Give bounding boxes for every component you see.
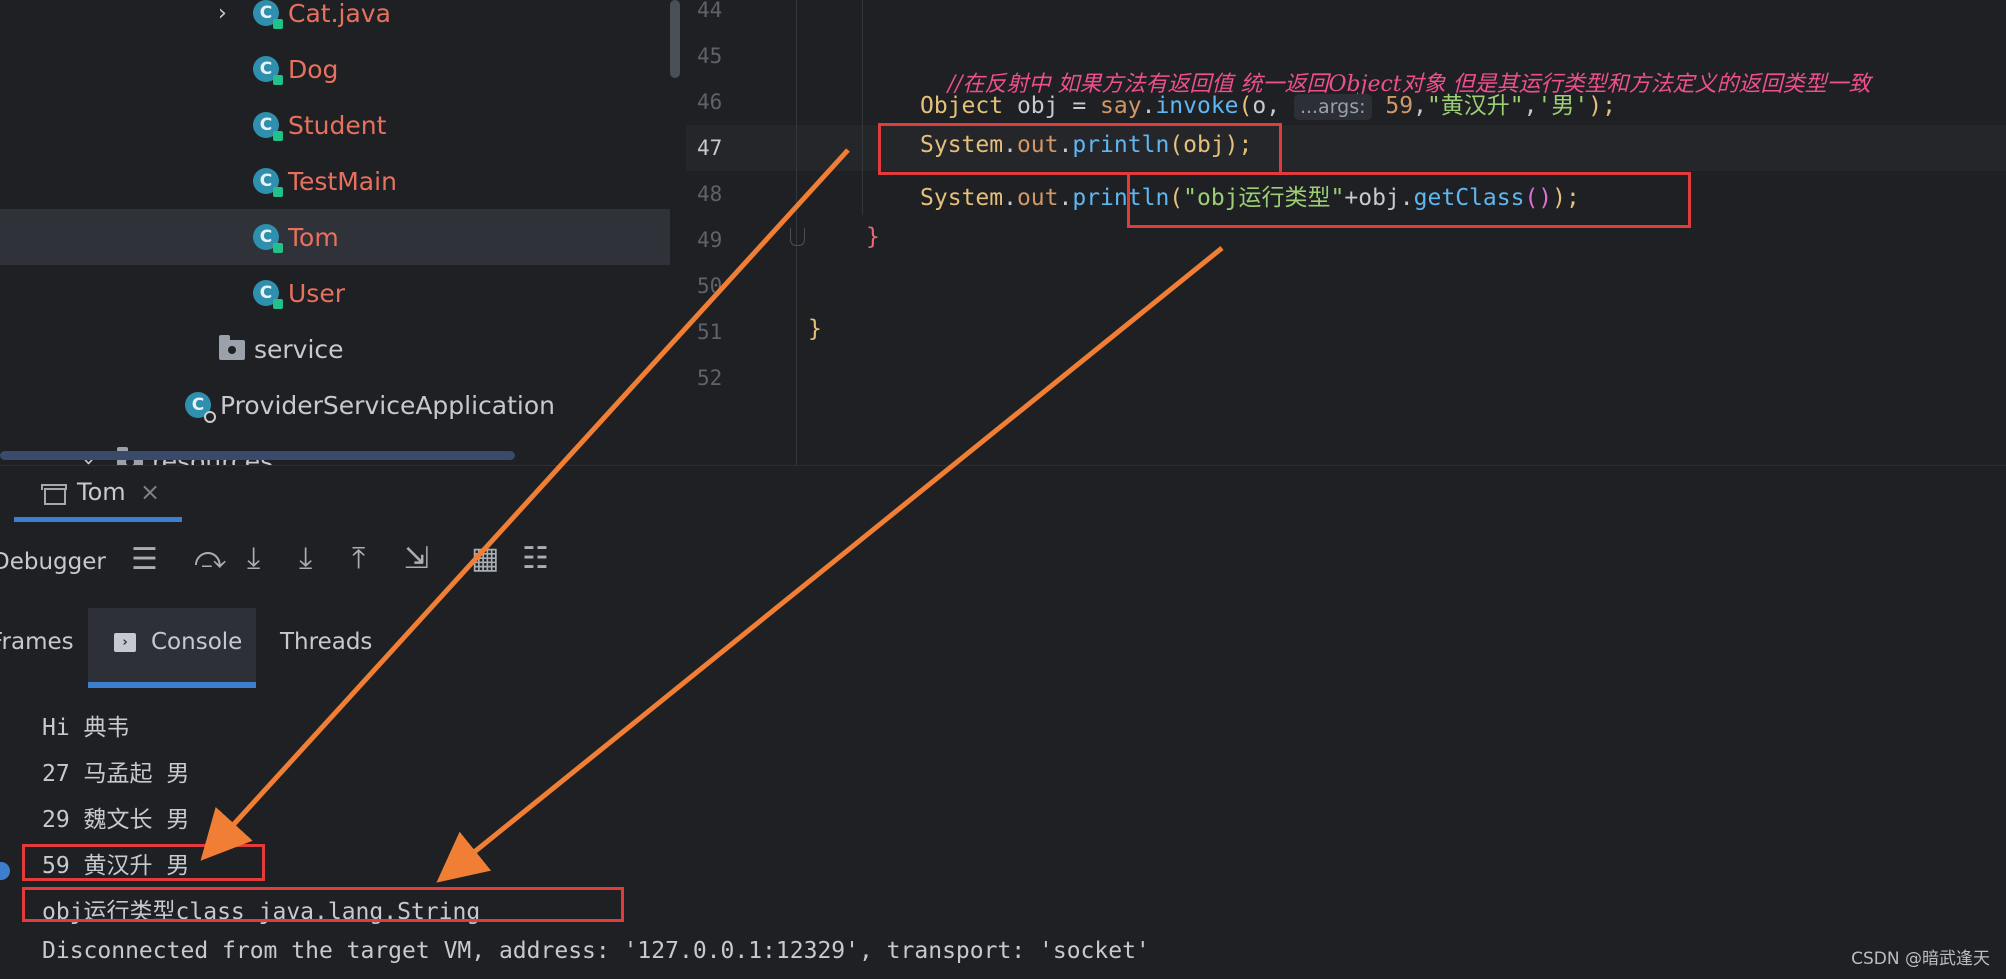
annotation-arrows [200,148,1224,883]
arrow-getclass-to-output [436,246,1224,883]
watermark: CSDN @暗武逢天 [1851,949,1990,969]
arrow-println-to-output [200,148,850,861]
